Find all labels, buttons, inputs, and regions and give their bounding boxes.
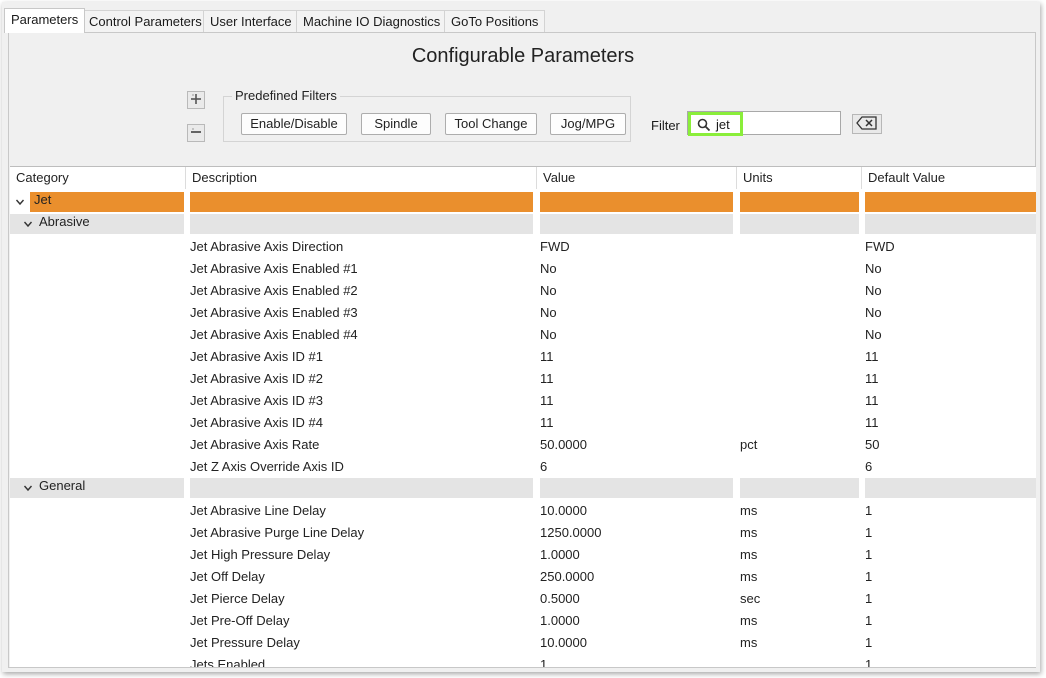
- row-band: [865, 192, 1036, 212]
- category-row[interactable]: Jet: [10, 189, 1036, 212]
- parameters-panel: Configurable Parameters Predefined Filte…: [8, 32, 1036, 668]
- table-row[interactable]: Jet Abrasive Axis Enabled #3 No No: [10, 299, 1036, 321]
- row-band: [740, 478, 859, 498]
- clear-filter-button[interactable]: [852, 114, 882, 134]
- chevron-down-icon[interactable]: [15, 195, 25, 210]
- table-row[interactable]: Jet Abrasive Purge Line Delay 1250.0000 ms…: [10, 519, 1036, 541]
- column-header-description[interactable]: Description: [186, 167, 537, 189]
- collapse-all-button[interactable]: [187, 124, 205, 142]
- page-title: Configurable Parameters: [411, 45, 635, 67]
- description-cell: Jets Enabled: [190, 657, 266, 667]
- table-row[interactable]: Jet Abrasive Axis ID #1 11 11: [10, 343, 1036, 365]
- filter-enable-disable-button[interactable]: Enable/Disable: [241, 113, 347, 135]
- row-band: [540, 192, 733, 212]
- table-row[interactable]: Jet Abrasive Axis Enabled #2 No No: [10, 277, 1036, 299]
- default-value-cell: 1: [865, 657, 873, 667]
- table-row[interactable]: Jet Abrasive Axis ID #2 11 11: [10, 365, 1036, 387]
- row-band: [740, 214, 859, 234]
- table-row[interactable]: Jets Enabled 1 1: [10, 651, 1036, 667]
- table-row[interactable]: Jet Pressure Delay 10.0000 ms 1: [10, 629, 1036, 651]
- tab-bar: Parameters Control Parameters User Inter…: [2, 2, 1040, 33]
- filter-spindle-button[interactable]: Spindle: [361, 113, 431, 135]
- table-row[interactable]: Jet Abrasive Axis ID #3 11 11: [10, 387, 1036, 409]
- filter-input-value: jet: [716, 117, 730, 132]
- row-band: [10, 478, 184, 498]
- predefined-filters-group: Predefined Filters Enable/Disable Spindl…: [223, 88, 631, 142]
- category-label: Jet: [34, 192, 52, 207]
- expand-all-button[interactable]: [187, 91, 205, 109]
- tab-parameters[interactable]: Parameters: [4, 8, 86, 33]
- table-row[interactable]: Jet Abrasive Line Delay 10.0000 ms 1: [10, 497, 1036, 519]
- filter-tool-change-button[interactable]: Tool Change: [445, 113, 537, 135]
- column-header-category[interactable]: Category: [10, 167, 186, 189]
- table-row[interactable]: Jet High Pressure Delay 1.0000 ms 1: [10, 541, 1036, 563]
- subcategory-label: General: [39, 478, 86, 493]
- row-band: [865, 478, 1036, 498]
- value-cell: 1: [540, 657, 548, 667]
- filter-jog-mpg-button[interactable]: Jog/MPG: [550, 113, 626, 135]
- row-band: [190, 214, 533, 234]
- parameters-window: Parameters Control Parameters User Inter…: [2, 2, 1040, 672]
- predefined-filters-title: Predefined Filters: [232, 88, 340, 103]
- row-band: [865, 214, 1036, 234]
- backspace-clear-icon: [856, 115, 878, 133]
- tab-user-interface[interactable]: User Interface: [203, 10, 299, 32]
- row-band: [540, 478, 733, 498]
- table-row[interactable]: Jet Pierce Delay 0.5000 sec 1: [10, 585, 1036, 607]
- collapse-all-icon: [190, 126, 202, 141]
- row-band: [10, 214, 184, 234]
- row-band: [190, 192, 533, 212]
- table-row[interactable]: Jet Z Axis Override Axis ID 6 6: [10, 453, 1036, 475]
- row-band: [190, 478, 533, 498]
- table-row[interactable]: Jet Abrasive Axis Enabled #1 No No: [10, 255, 1036, 277]
- expand-all-icon: [190, 93, 202, 108]
- chevron-down-icon[interactable]: [23, 217, 33, 232]
- subcategory-row[interactable]: General: [10, 475, 1036, 498]
- table-row[interactable]: Jet Off Delay 250.0000 ms 1: [10, 563, 1036, 585]
- search-icon: [697, 118, 711, 135]
- table-row[interactable]: Jet Abrasive Axis ID #4 11 11: [10, 409, 1036, 431]
- tab-control-parameters[interactable]: Control Parameters: [82, 10, 209, 32]
- column-header-value[interactable]: Value: [537, 167, 737, 189]
- table-row[interactable]: Jet Abrasive Axis Direction FWD FWD: [10, 233, 1036, 255]
- chevron-down-icon[interactable]: [23, 481, 33, 496]
- column-header-units[interactable]: Units: [737, 167, 862, 189]
- table-row[interactable]: Jet Abrasive Axis Rate 50.0000 pct 50: [10, 431, 1036, 453]
- parameters-table: Category Description Value Units Default…: [10, 166, 1036, 667]
- subcategory-row[interactable]: Abrasive: [10, 211, 1036, 234]
- table-header: Category Description Value Units Default…: [10, 167, 1036, 189]
- tab-goto-positions[interactable]: GoTo Positions: [444, 10, 546, 32]
- table-row[interactable]: Jet Pre-Off Delay 1.0000 ms 1: [10, 607, 1036, 629]
- row-band: [540, 214, 733, 234]
- row-band: [740, 192, 859, 212]
- column-header-default-value[interactable]: Default Value: [862, 167, 1036, 189]
- tab-machine-io-diagnostics[interactable]: Machine IO Diagnostics: [296, 10, 448, 32]
- table-row[interactable]: Jet Abrasive Axis Enabled #4 No No: [10, 321, 1036, 343]
- subcategory-label: Abrasive: [39, 214, 90, 229]
- row-band: [30, 192, 184, 212]
- filter-label: Filter: [651, 118, 680, 133]
